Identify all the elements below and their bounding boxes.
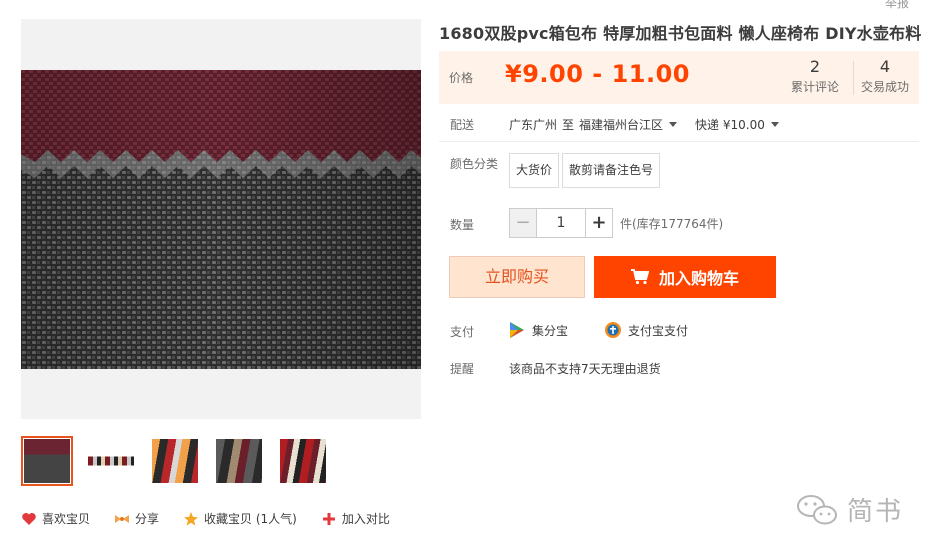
return-policy-notice: 该商品不支持7天无理由退货 xyxy=(509,362,661,376)
report-link[interactable]: 举报 xyxy=(885,0,909,11)
divider xyxy=(439,141,919,142)
price-label: 价格 xyxy=(449,71,474,85)
cart-icon xyxy=(630,269,649,285)
alipay-icon xyxy=(605,322,621,338)
sales-count: 4 xyxy=(879,57,891,76)
quantity-label: 数量 xyxy=(450,218,475,232)
ship-to-word: 至 xyxy=(562,118,575,132)
star-icon xyxy=(184,511,199,526)
jifenbao-icon xyxy=(510,322,524,338)
share-label: 分享 xyxy=(135,512,160,526)
quantity-input[interactable]: 1 xyxy=(537,208,585,238)
thumbnail-5[interactable] xyxy=(277,436,329,486)
sku-option-cut[interactable]: 散剪请备注色号 xyxy=(562,153,661,188)
express-select[interactable]: 快递 ¥10.00 xyxy=(695,116,765,133)
heart-icon xyxy=(22,512,36,525)
product-title: 1680双股pvc箱包布 特厚加粗书包面料 懒人座椅布 DIY水壶布料 xyxy=(439,24,922,43)
notice-label: 提醒 xyxy=(450,362,475,376)
stock-text: 件(库存177764件) xyxy=(620,216,724,231)
sales-label: 交易成功 xyxy=(861,80,910,94)
like-label: 喜欢宝贝 xyxy=(42,512,91,526)
watermark-text: 简书 xyxy=(847,497,904,527)
alipay-label: 支付宝支付 xyxy=(628,323,689,338)
thumbnail-4[interactable] xyxy=(213,436,265,486)
quantity-stepper: − 1 + 件(库存177764件) xyxy=(509,208,723,238)
buy-now-button[interactable]: 立即购买 xyxy=(449,256,585,298)
image-gallery xyxy=(21,19,421,419)
payment-alipay[interactable]: 支付宝支付 xyxy=(604,321,688,339)
plus-icon xyxy=(322,512,335,525)
color-label: 颜色分类 xyxy=(450,157,499,171)
payment-label: 支付 xyxy=(450,325,475,339)
reviews-label: 累计评论 xyxy=(791,80,840,94)
favorite-label: 收藏宝贝 (1人气) xyxy=(204,512,297,526)
decrease-button[interactable]: − xyxy=(509,208,537,238)
payment-jifenbao[interactable]: 集分宝 xyxy=(508,321,568,339)
ship-to-select[interactable]: 福建福州台江区 xyxy=(579,116,663,133)
price-panel: 价格 ¥9.00 - 11.00 2 累计评论 4 交易成功 xyxy=(439,51,919,104)
thumbnail-2[interactable] xyxy=(85,436,137,486)
thumbnail-3[interactable] xyxy=(149,436,201,486)
sku-option-bulk[interactable]: 大货价 xyxy=(509,153,560,188)
chevron-down-icon[interactable] xyxy=(770,122,779,127)
thumbnail-strip xyxy=(21,436,329,486)
add-to-cart-button[interactable]: 加入购物车 xyxy=(594,256,776,298)
wechat-icon xyxy=(797,494,837,524)
jianshu-watermark: 简书 xyxy=(795,491,903,528)
chevron-down-icon[interactable] xyxy=(669,122,678,127)
share-icon xyxy=(115,514,130,523)
main-product-image[interactable] xyxy=(21,70,421,369)
compare-action[interactable]: 加入对比 xyxy=(321,510,390,527)
stat-divider xyxy=(853,61,854,95)
favorite-action[interactable]: 收藏宝贝 (1人气) xyxy=(183,510,297,527)
shipping-info: 广东广州 至 福建福州台江区 快递 ¥10.00 xyxy=(509,116,785,133)
product-actions: 喜欢宝贝 分享 收藏宝贝 (1人气) 加入对比 xyxy=(21,510,414,527)
reviews-count: 2 xyxy=(809,57,821,76)
like-action[interactable]: 喜欢宝贝 xyxy=(21,510,90,527)
price-value: ¥9.00 - 11.00 xyxy=(505,60,690,88)
jifenbao-label: 集分宝 xyxy=(532,323,569,338)
ship-from: 广东广州 xyxy=(509,118,558,132)
increase-button[interactable]: + xyxy=(585,208,613,238)
add-to-cart-label: 加入购物车 xyxy=(658,269,739,288)
reviews-stat[interactable]: 2 累计评论 xyxy=(791,57,839,95)
sales-stat: 4 交易成功 xyxy=(861,57,909,95)
share-action[interactable]: 分享 xyxy=(114,510,159,527)
compare-label: 加入对比 xyxy=(341,512,390,526)
shipping-label: 配送 xyxy=(450,118,475,132)
thumbnail-1[interactable] xyxy=(21,436,73,486)
